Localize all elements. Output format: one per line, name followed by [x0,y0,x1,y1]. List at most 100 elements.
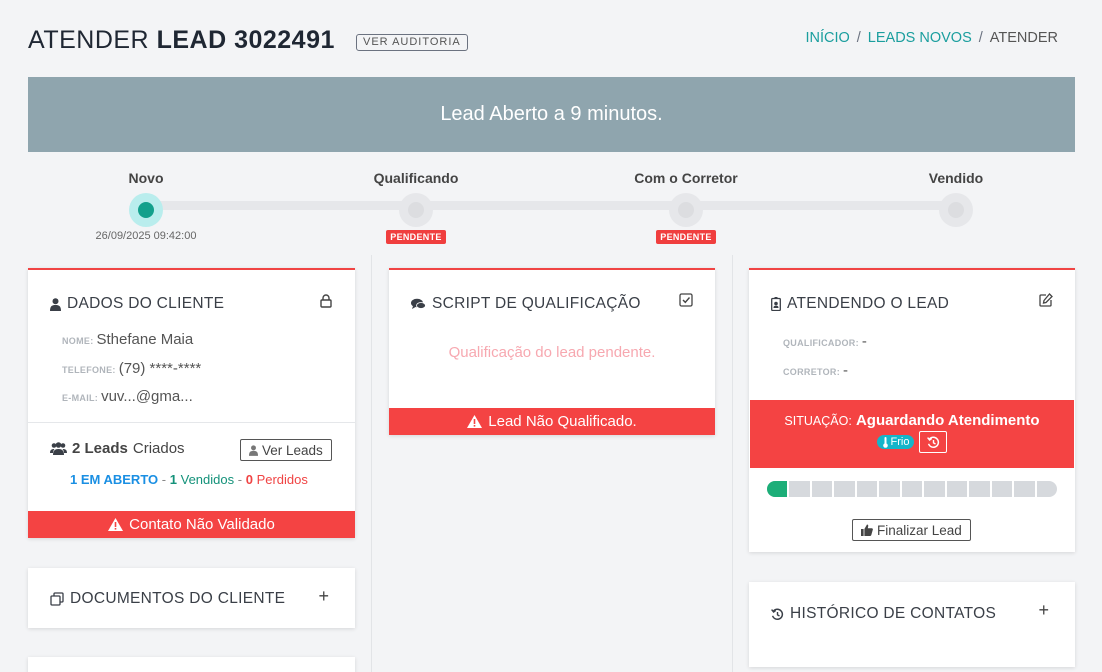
breadcrumb-current: ATENDER [989,30,1058,46]
client-name-value: Sthefane Maia [96,331,194,348]
client-data-card: DADOS DO CLIENTE NOME: Sthefane Maia TELE… [28,268,355,538]
edit-icon[interactable] [1039,293,1053,307]
warning-icon [467,415,483,428]
step-vendido: Vendido [876,170,1036,227]
lock-icon[interactable] [319,294,333,308]
client-email-label: E-MAIL: [62,393,99,403]
finalize-lead-button[interactable]: Finalizar Lead [852,519,971,541]
sold-count: 1 [169,472,177,487]
edit-check-icon[interactable] [679,293,693,307]
title-lead-id: LEAD 3022491 [156,26,335,54]
breadcrumb-separator: / [856,30,861,46]
step-com-o-corretor: Com o Corretor PENDENTE [606,170,766,245]
situation-label: SITUAÇÃO: [784,414,852,428]
progress-segment [857,481,880,497]
client-email-field: E-MAIL: vuv...@gma... [62,388,193,405]
view-leads-button[interactable]: Ver Leads [240,439,332,461]
qualification-script-title-text: SCRIPT DE QUALIFICAÇÃO [432,295,641,312]
lost-count: 0 [245,472,253,487]
progress-segment [812,481,835,497]
step-label: Vendido [928,170,984,186]
progress-segment [789,481,812,497]
attending-lead-card: ATENDENDO O LEAD QUALIFICADOR: - CORRETOR… [749,268,1075,552]
finalize-lead-label: Finalizar Lead [877,522,962,538]
lead-open-text: Lead Aberto a 9 minutos. [440,103,663,125]
lead-not-qualified-bar: Lead Não Qualificado. [389,408,715,435]
copy-icon [50,592,64,606]
comments-icon [411,298,426,309]
client-email-value: vuv...@gma... [101,388,193,405]
warning-icon [108,518,124,531]
user-icon [50,297,61,311]
client-documents-title-text: DOCUMENTOS DO CLIENTE [70,590,286,607]
situation-tags: Frio [750,431,1074,453]
qualifier-field: QUALIFICADOR: - [783,333,867,350]
user-icon [249,444,258,456]
step-dot [939,193,973,227]
thermometer-icon [882,436,888,448]
progress-segment [969,481,992,497]
step-dot-active [129,193,163,227]
qualifier-label: QUALIFICADOR: [783,338,859,348]
contact-not-validated-text: Contato Não Validado [129,516,275,533]
sold-label: Vendidos [180,472,235,487]
qualification-script-card: SCRIPT DE QUALIFICAÇÃO Qualificação do l… [389,268,715,435]
progress-segment [879,481,902,497]
progress-segment [1037,481,1057,497]
client-phone-field: TELEFONE: (79) ****-**** [62,360,201,377]
column-divider [371,255,372,672]
leads-suffix: Criados [132,440,185,457]
step-date: 26/09/2025 09:42:00 [95,230,197,242]
progress-segment [902,481,925,497]
client-name-field: NOME: Sthefane Maia [62,331,193,348]
progress-segment [924,481,947,497]
column-divider [732,255,733,672]
broker-label: CORRETOR: [783,367,841,377]
contact-not-validated-bar: Contato Não Validado [28,511,355,538]
breadcrumb-separator: / [978,30,983,46]
temperature-badge[interactable]: Frio [876,435,915,449]
step-dot [399,193,433,227]
progress-segment [834,481,857,497]
pending-badge: PENDENTE [386,230,446,244]
thumbs-up-icon [861,524,873,536]
client-name-label: NOME: [62,336,94,346]
add-document-icon[interactable]: + [318,586,329,607]
qualification-pending-text: Qualificação do lead pendente. [448,344,656,361]
contact-history-title: HISTÓRICO DE CONTATOS [771,605,996,623]
breadcrumb: INÍCIO / LEADS NOVOS / ATENDER [805,30,1058,46]
step-dot [669,193,703,227]
title-prefix: ATENDER [28,26,150,54]
client-data-title-text: DADOS DO CLIENTE [67,295,225,312]
view-leads-label: Ver Leads [262,442,323,458]
breadcrumb-leads-novos[interactable]: LEADS NOVOS [868,30,972,46]
attending-lead-title: ATENDENDO O LEAD [771,295,949,313]
users-icon [50,442,67,455]
progress-segment-filled [767,481,790,497]
client-documents-title: DOCUMENTOS DO CLIENTE [50,590,285,608]
step-novo: Novo 26/09/2025 09:42:00 [66,170,226,242]
open-label: EM ABERTO [80,472,159,487]
contact-history-title-text: HISTÓRICO DE CONTATOS [790,605,997,622]
lead-not-qualified-text: Lead Não Qualificado. [488,413,637,430]
id-badge-icon [771,297,781,311]
separator-dash: - [161,472,167,487]
add-contact-history-icon[interactable]: + [1038,600,1049,621]
client-data-title: DADOS DO CLIENTE [50,295,224,313]
leads-count: 2 Leads [72,440,128,457]
collapsed-card [28,657,355,672]
breadcrumb-home[interactable]: INÍCIO [805,30,849,46]
divider [28,422,355,423]
broker-field: CORRETOR: - [783,362,848,379]
qualification-script-title: SCRIPT DE QUALIFICAÇÃO [411,295,641,313]
step-label: Novo [128,170,164,186]
step-label: Qualificando [373,170,459,186]
progress-segment [1014,481,1037,497]
history-icon [927,436,940,448]
lead-progress-bar [767,481,1057,497]
view-audit-button[interactable]: VER AUDITORIA [356,34,468,51]
history-button[interactable] [919,431,948,453]
lead-open-banner: Lead Aberto a 9 minutos. [28,77,1075,152]
history-icon [771,608,784,620]
client-phone-value: (79) ****-**** [118,360,202,377]
